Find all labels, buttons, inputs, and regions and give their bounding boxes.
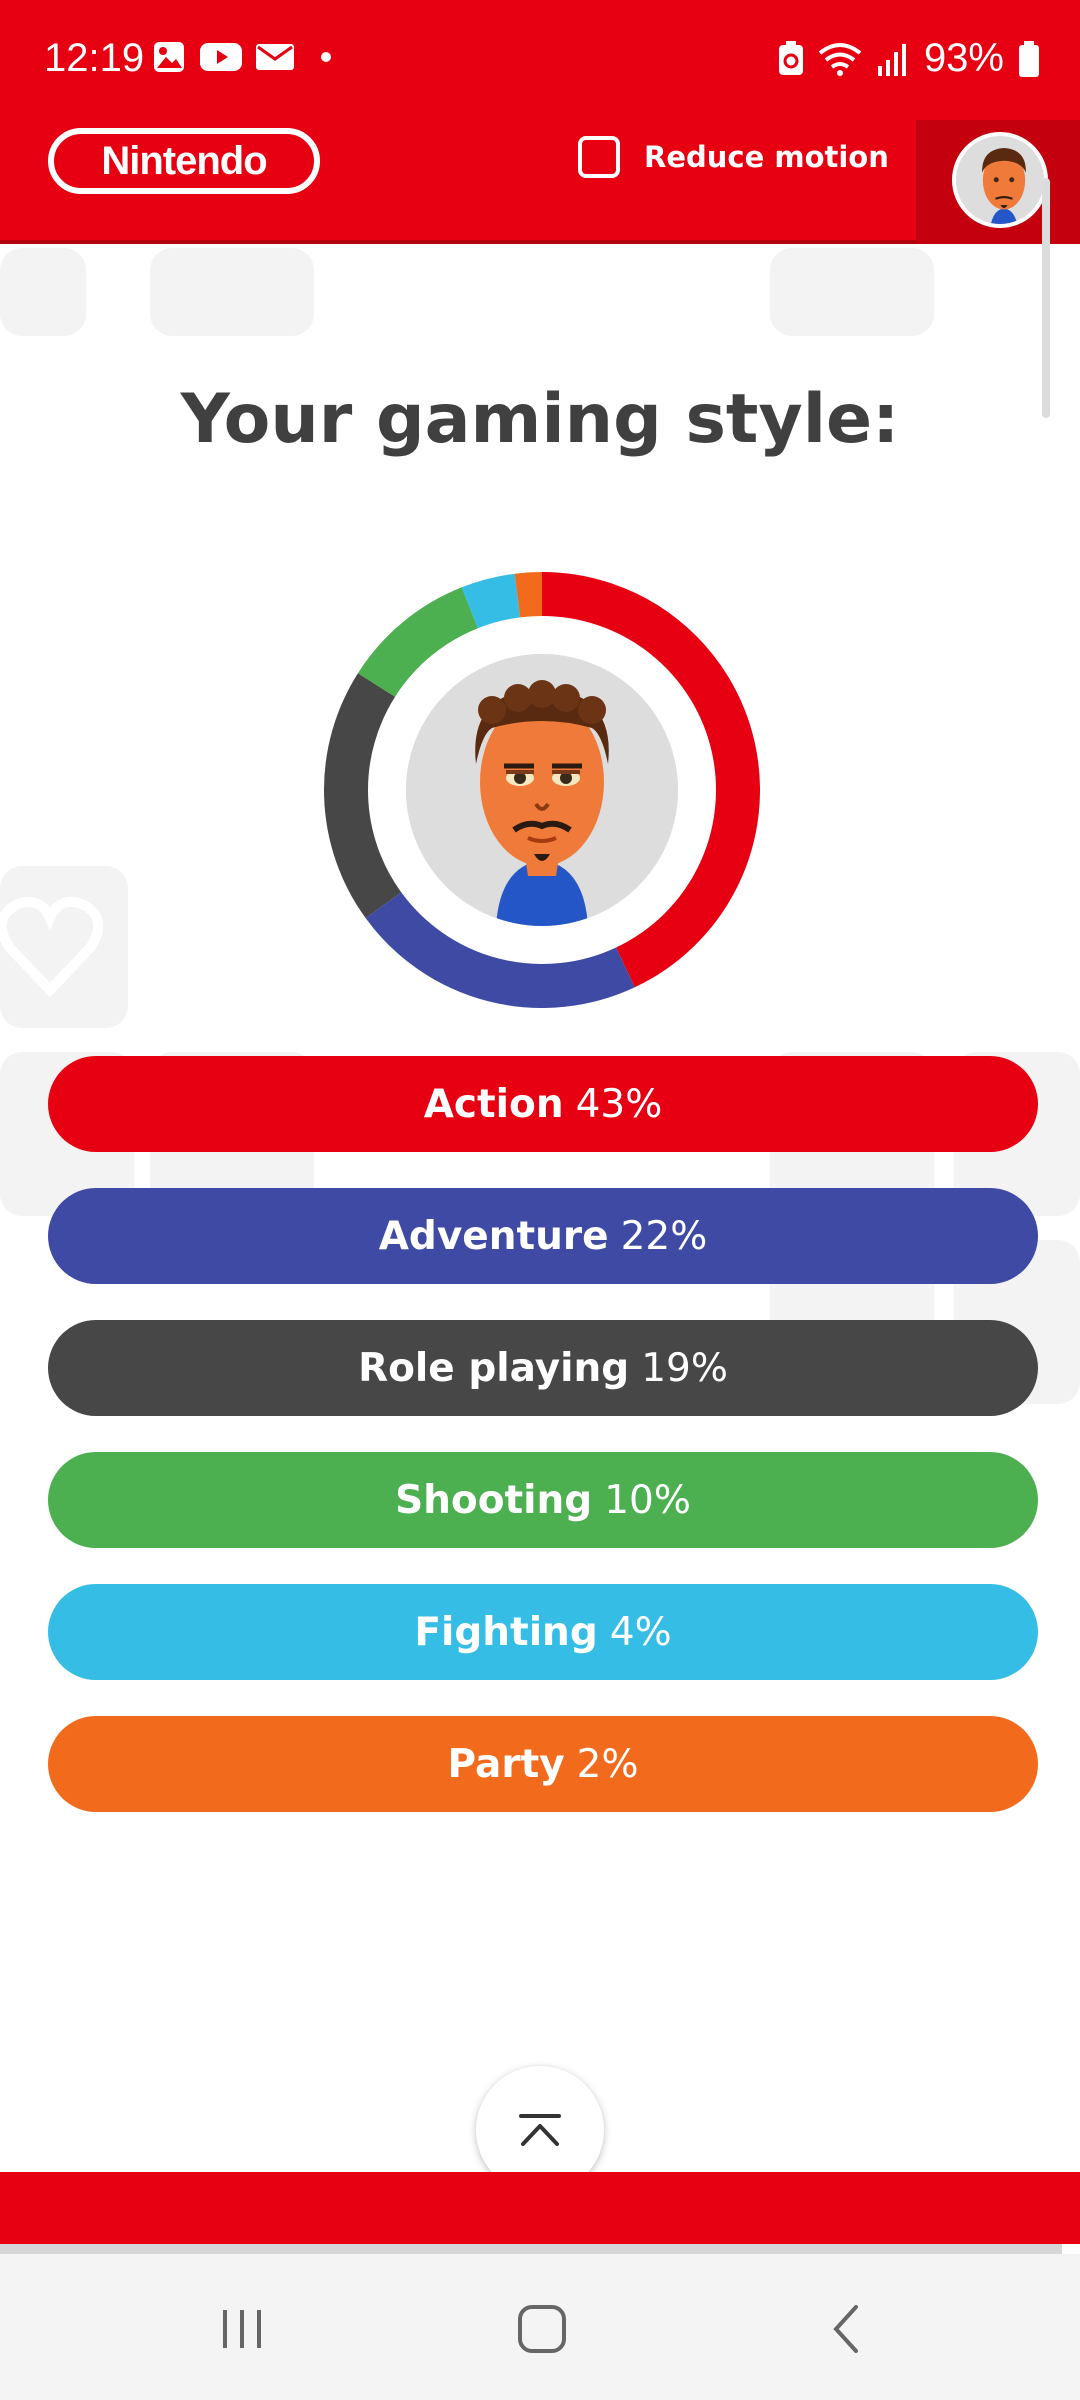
mii-face-icon [406, 654, 678, 926]
logo-text: Nintendo [101, 138, 267, 183]
style-name: Role playing [358, 1345, 630, 1391]
page-title: Your gaming style: [180, 380, 900, 459]
bg-heart-tile [0, 866, 128, 1028]
style-percent: 4% [609, 1609, 672, 1655]
bg-heart-tile [0, 248, 86, 336]
style-percent: 2% [576, 1741, 639, 1787]
style-percent: 22% [620, 1213, 708, 1259]
style-name: Fighting [414, 1609, 598, 1655]
home-icon [518, 2305, 566, 2353]
reduce-motion-checkbox[interactable] [578, 136, 620, 178]
nintendo-logo[interactable]: Nintendo [48, 128, 320, 194]
heart-icon [0, 896, 104, 998]
style-bar-party: Party 2% [48, 1716, 1038, 1812]
bg-controller-tile [770, 248, 934, 336]
site-header: Nintendo Reduce motion [0, 120, 1080, 244]
donut-segment-shooting [357, 587, 479, 698]
style-bar-shooting: Shooting 10% [48, 1452, 1038, 1548]
chevron-up-icon [519, 2114, 561, 2146]
gaming-style-chart [324, 572, 760, 1008]
back-button[interactable] [806, 2294, 886, 2364]
youtube-icon [200, 43, 242, 71]
status-time: 12:19 [44, 36, 145, 80]
bg-controller-tile [150, 248, 314, 336]
style-percent: 43% [575, 1081, 663, 1127]
signal-icon [877, 43, 906, 76]
style-name: Party [447, 1741, 565, 1787]
account-button[interactable] [916, 120, 1080, 244]
recents-button[interactable] [202, 2294, 282, 2364]
reduce-motion-toggle[interactable]: Reduce motion [578, 136, 889, 178]
style-name: Action [423, 1081, 564, 1127]
reduce-motion-label: Reduce motion [644, 140, 889, 174]
footer-divider [0, 2244, 1062, 2254]
style-name: Shooting [395, 1477, 593, 1523]
back-icon [833, 2305, 858, 2353]
mii-avatar [406, 654, 678, 926]
wifi-icon [818, 42, 862, 76]
style-bar-fighting: Fighting 4% [48, 1584, 1038, 1680]
status-bar: 12:19 93% [0, 0, 1080, 120]
style-name: Adventure [378, 1213, 609, 1259]
donut-segment-fighting [461, 573, 521, 629]
home-button[interactable] [502, 2294, 582, 2364]
status-right: 93% [778, 36, 1040, 81]
avatar [952, 132, 1048, 228]
battery-saver-icon [778, 40, 803, 75]
recents-icon [223, 2310, 261, 2348]
mii-avatar-icon [956, 136, 1044, 224]
style-bar-adventure: Adventure 22% [48, 1188, 1038, 1284]
mail-icon [256, 44, 294, 70]
footer [0, 2172, 1080, 2244]
notification-icons [152, 40, 338, 74]
gallery-icon [154, 42, 184, 72]
donut-segment-role-playing [324, 673, 402, 919]
battery-icon [1019, 40, 1039, 77]
style-list: Action 43% Adventure 22% Role playing 19% Shoo… [48, 1056, 1038, 1848]
style-bar-role-playing: Role playing 19% [48, 1320, 1038, 1416]
style-percent: 19% [641, 1345, 728, 1391]
style-percent: 10% [604, 1477, 691, 1523]
dot-icon [321, 52, 331, 62]
donut-segment-party [514, 572, 543, 618]
style-bar-action: Action 43% [48, 1056, 1038, 1152]
system-nav-bar [0, 2254, 1080, 2400]
battery-percent: 93% [923, 36, 1004, 80]
